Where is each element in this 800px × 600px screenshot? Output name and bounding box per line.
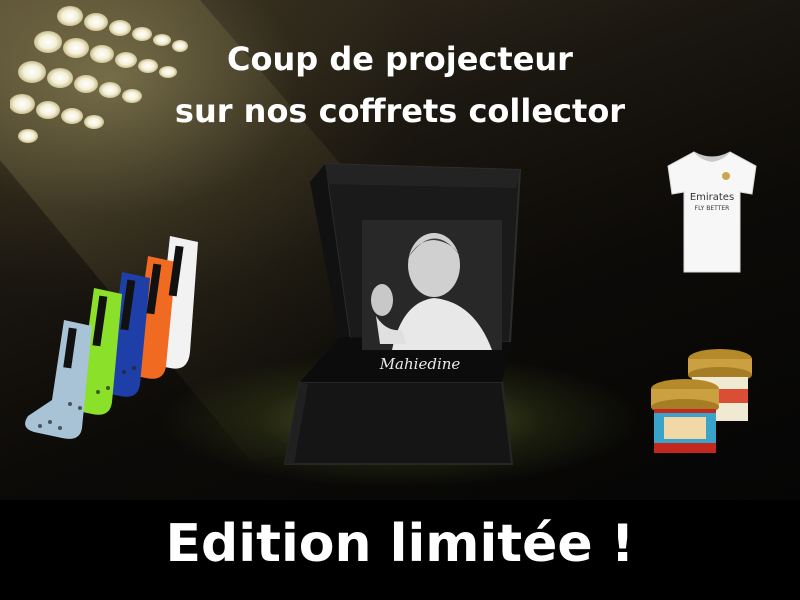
portrait-image xyxy=(362,220,502,350)
tiger-balm-jars-image xyxy=(651,349,752,453)
limited-edition-text: Edition limitée ! xyxy=(165,514,635,574)
footer-banner: Edition limitée ! xyxy=(0,500,800,600)
grip-socks-image xyxy=(25,236,198,439)
jersey-sponsor-line-2: FLY BETTER xyxy=(695,205,730,212)
promo-banner: Coup de projecteur sur nos coffrets coll… xyxy=(0,0,800,500)
signature-text: Mahiedine xyxy=(379,355,461,373)
football-jersey-image: Emirates FLY BETTER xyxy=(667,151,757,273)
headline-line-2: sur nos coffrets collector xyxy=(174,92,626,130)
jersey-sponsor-line-1: Emirates xyxy=(690,192,734,203)
headline-line-1: Coup de projecteur xyxy=(227,40,573,78)
